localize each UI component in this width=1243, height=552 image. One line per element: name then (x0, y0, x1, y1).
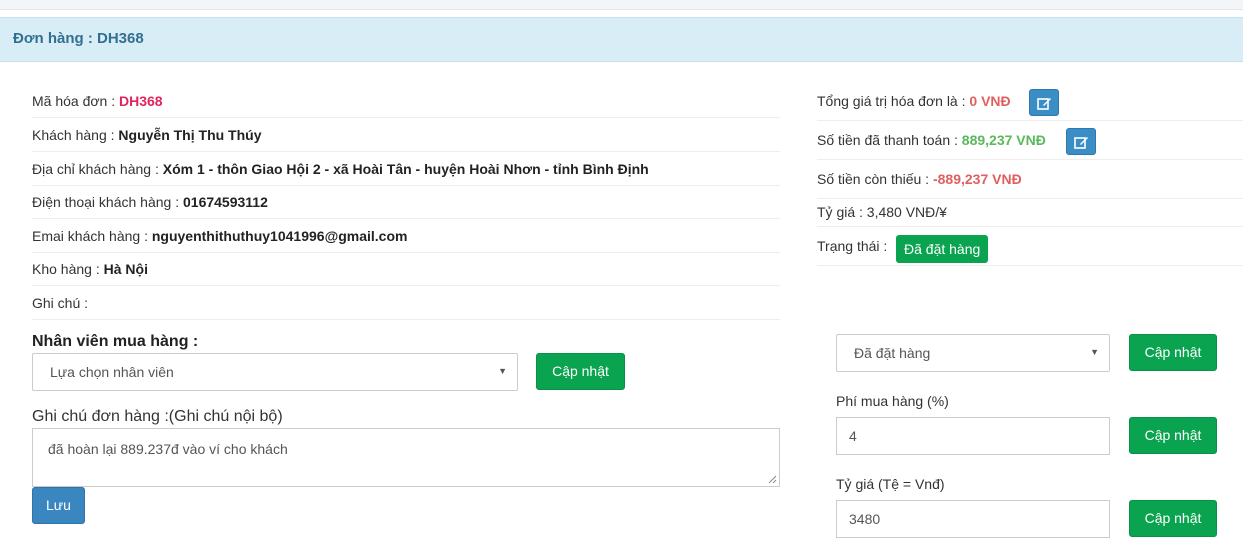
resize-grip-icon[interactable] (768, 475, 777, 484)
paid-label: Số tiền đã thanh toán : (817, 132, 962, 148)
paid-value: 889,237 VNĐ (961, 132, 1046, 148)
warehouse-label: Kho hàng : (32, 261, 104, 277)
note-label: Ghi chú : (32, 295, 89, 311)
email-label: Emai khách hàng : (32, 228, 152, 244)
warehouse-value: Hà Nội (103, 261, 148, 277)
email-row: Emai khách hàng : nguyenthithuthuy104199… (32, 219, 780, 253)
address-row: Địa chỉ khách hàng : Xóm 1 - thôn Giao H… (32, 152, 780, 186)
owed-label: Số tiền còn thiếu : (817, 171, 933, 187)
rate-label: Tỷ giá (Tệ = Vnđ) (836, 476, 945, 492)
invoice-row: Mã hóa đơn : DH368 (32, 84, 780, 118)
email-value: nguyenthithuthuy1041996@gmail.com (151, 228, 408, 244)
fee-label: Phí mua hàng (%) (836, 393, 949, 409)
edit-total-button[interactable] (1029, 89, 1059, 116)
fee-input[interactable]: 4 (836, 417, 1110, 455)
status-select[interactable]: Đã đặt hàng ▼ (836, 334, 1110, 372)
phone-value: 01674593112 (183, 194, 268, 210)
caret-down-icon: ▼ (498, 366, 507, 376)
page-title: Đơn hàng : DH368 (13, 30, 144, 47)
total-row: Tổng giá trị hóa đơn là : 0 VNĐ (817, 82, 1243, 121)
status-label: Trạng thái : (817, 238, 888, 254)
status-badge: Đã đặt hàng (896, 235, 989, 263)
invoice-label: Mã hóa đơn : (32, 93, 120, 109)
internal-note-value: đã hoàn lại 889.237đ vào ví cho khách (48, 441, 288, 457)
total-label: Tổng giá trị hóa đơn là : (817, 93, 970, 109)
fee-input-value: 4 (849, 428, 857, 444)
owed-value: -889,237 VNĐ (932, 171, 1022, 187)
address-label: Địa chỉ khách hàng : (32, 161, 163, 177)
panel-header: Đơn hàng : DH368 (0, 17, 1243, 62)
save-note-button[interactable]: Lưu (32, 487, 85, 524)
rate-update-button[interactable]: Cập nhật (1129, 500, 1217, 537)
customer-row: Khách hàng : Nguyễn Thị Thu Thúy (32, 118, 780, 152)
note-row: Ghi chú : (32, 286, 780, 320)
rate-text: Tỷ giá : 3,480 VNĐ/¥ (817, 204, 947, 220)
warehouse-row: Kho hàng : Hà Nội (32, 252, 780, 286)
edit-icon (1037, 98, 1051, 110)
status-select-value: Đã đặt hàng (854, 345, 931, 361)
staff-label: Nhân viên mua hàng : (32, 333, 199, 350)
total-value: 0 VNĐ (969, 93, 1011, 109)
staff-select-value: Lựa chọn nhân viên (50, 364, 174, 380)
phone-row: Điện thoại khách hàng : 01674593112 (32, 185, 780, 219)
internal-note-label: Ghi chú đơn hàng :(Ghi chú nội bộ) (32, 408, 283, 425)
customer-label: Khách hàng : (32, 127, 119, 143)
customer-value: Nguyễn Thị Thu Thúy (118, 127, 262, 143)
rate-input-value: 3480 (849, 511, 881, 527)
status-row: Trạng thái : (817, 227, 1243, 266)
top-strip (0, 0, 1243, 10)
address-value: Xóm 1 - thôn Giao Hội 2 - xã Hoài Tân - … (162, 161, 649, 177)
staff-update-button[interactable]: Cập nhật (536, 353, 625, 390)
internal-note-textarea[interactable]: đã hoàn lại 889.237đ vào ví cho khách (32, 428, 780, 487)
fee-update-button[interactable]: Cập nhật (1129, 417, 1217, 454)
paid-row: Số tiền đã thanh toán : 889,237 VNĐ (817, 121, 1243, 160)
staff-select[interactable]: Lựa chọn nhân viên ▼ (32, 353, 518, 391)
invoice-value: DH368 (119, 93, 163, 109)
edit-paid-button[interactable] (1066, 128, 1096, 155)
caret-down-icon: ▼ (1090, 347, 1099, 357)
phone-label: Điện thoại khách hàng : (32, 194, 183, 210)
rate-row: Tỷ giá : 3,480 VNĐ/¥ (817, 193, 1243, 227)
rate-input[interactable]: 3480 (836, 500, 1110, 538)
edit-icon (1074, 137, 1088, 149)
status-update-button[interactable]: Cập nhật (1129, 334, 1217, 371)
